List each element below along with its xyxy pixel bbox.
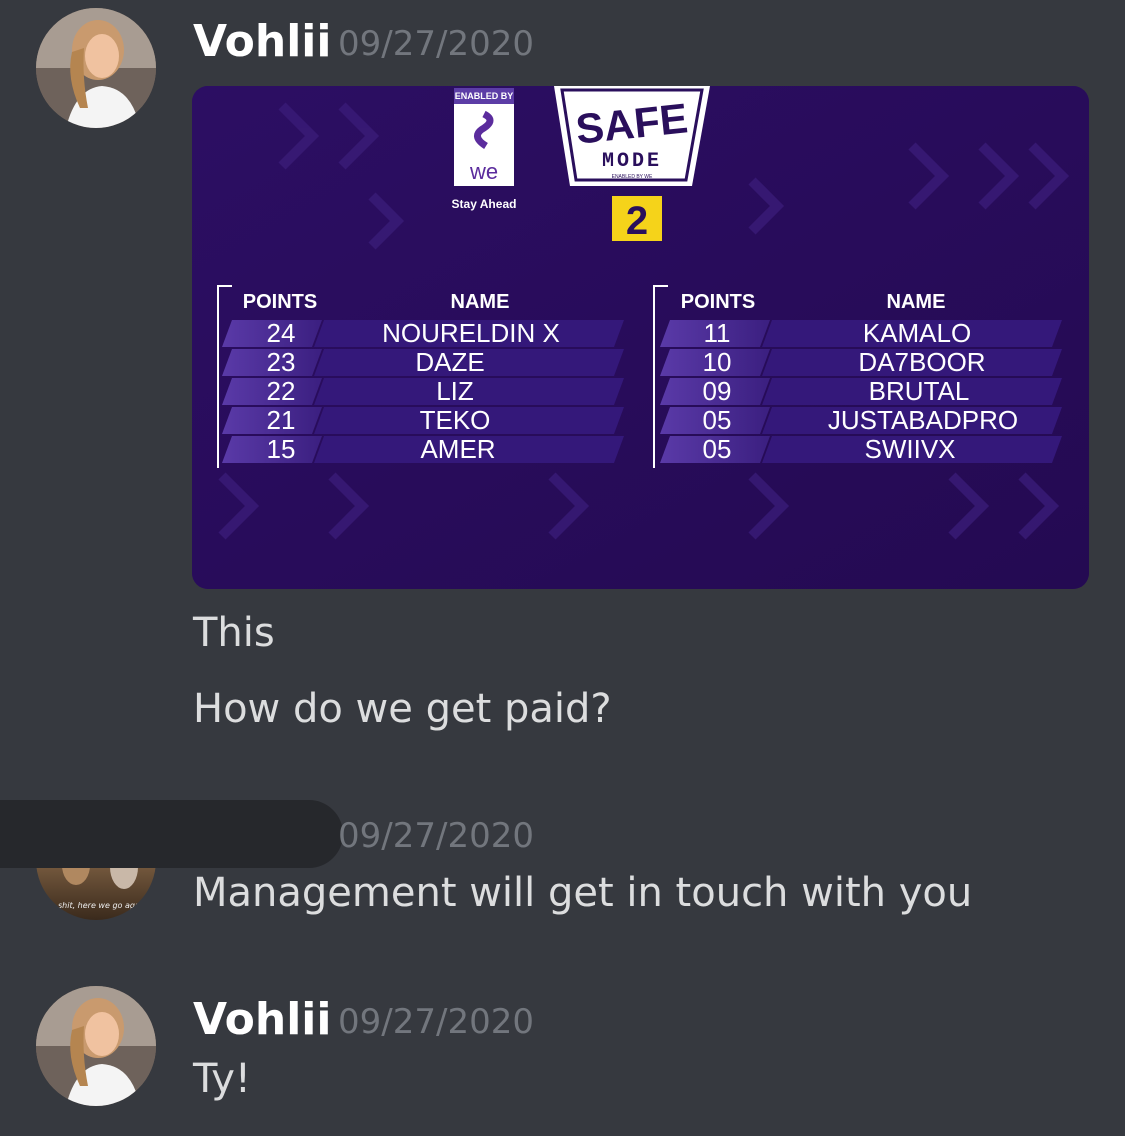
column-header-name: NAME <box>451 291 510 313</box>
message-text: This <box>193 610 275 656</box>
row-points: 05 <box>703 405 732 435</box>
message-text: Ty! <box>193 1056 251 1102</box>
column-header-points: POINTS <box>243 291 317 313</box>
row-name: JUSTABADPRO <box>828 405 1018 435</box>
table-row: 15 AMER <box>222 434 624 464</box>
row-name: TEKO <box>420 405 491 435</box>
row-points: 21 <box>267 405 296 435</box>
sponsor-tag: ENABLED BY <box>455 91 514 101</box>
sponsor-tagline: Stay Ahead <box>452 197 517 211</box>
row-name: DAZE <box>415 347 484 377</box>
message-text: Management will get in touch with you <box>193 870 973 916</box>
event-subtitle: ENABLED BY WE <box>612 174 653 180</box>
table-row: 22 LIZ <box>222 376 624 406</box>
table-row: 23 DAZE <box>222 347 624 377</box>
row-name: KAMALO <box>863 318 971 348</box>
row-name: AMER <box>420 434 495 464</box>
message-author[interactable]: Vohlii <box>193 994 331 1045</box>
column-header-points: POINTS <box>681 291 755 313</box>
row-points: 22 <box>267 376 296 406</box>
user-avatar[interactable] <box>36 8 156 128</box>
message-author[interactable]: Vohlii <box>193 16 331 67</box>
message-text: How do we get paid? <box>193 686 612 732</box>
event-number: 2 <box>626 199 648 243</box>
table-row: 24 NOURELDIN X <box>222 318 624 348</box>
row-name: BRUTAL <box>869 376 970 406</box>
message-timestamp: 09/27/2020 <box>338 816 534 856</box>
row-points: 10 <box>703 347 732 377</box>
image-attachment[interactable]: ENABLED BY we Stay Ahead SAFE MODE ENABL… <box>192 86 1089 589</box>
sponsor-logo-text: we <box>469 159 498 184</box>
row-points: 15 <box>267 434 296 464</box>
row-name: NOURELDIN X <box>382 318 560 348</box>
event-title-line2: MODE <box>602 150 662 173</box>
avatar-caption: shit, here we go again <box>58 901 148 910</box>
table-row: 05 SWIIVX <box>660 434 1062 464</box>
row-name: DA7BOOR <box>858 347 985 377</box>
message-timestamp: 09/27/2020 <box>338 1002 534 1042</box>
table-row: 11 KAMALO <box>660 318 1062 348</box>
message-timestamp: 09/27/2020 <box>338 24 534 64</box>
table-row: 05 JUSTABADPRO <box>660 405 1062 435</box>
row-points: 24 <box>267 318 296 348</box>
row-points: 09 <box>703 376 732 406</box>
redacted-username <box>0 800 343 868</box>
table-row: 21 TEKO <box>222 405 624 435</box>
row-points: 11 <box>704 318 731 348</box>
table-row: 09 BRUTAL <box>660 376 1062 406</box>
column-header-name: NAME <box>887 291 946 313</box>
row-points: 23 <box>267 347 296 377</box>
user-avatar[interactable] <box>36 986 156 1106</box>
row-name: LIZ <box>436 376 474 406</box>
row-name: SWIIVX <box>864 434 955 464</box>
row-points: 05 <box>703 434 732 464</box>
table-row: 10 DA7BOOR <box>660 347 1062 377</box>
